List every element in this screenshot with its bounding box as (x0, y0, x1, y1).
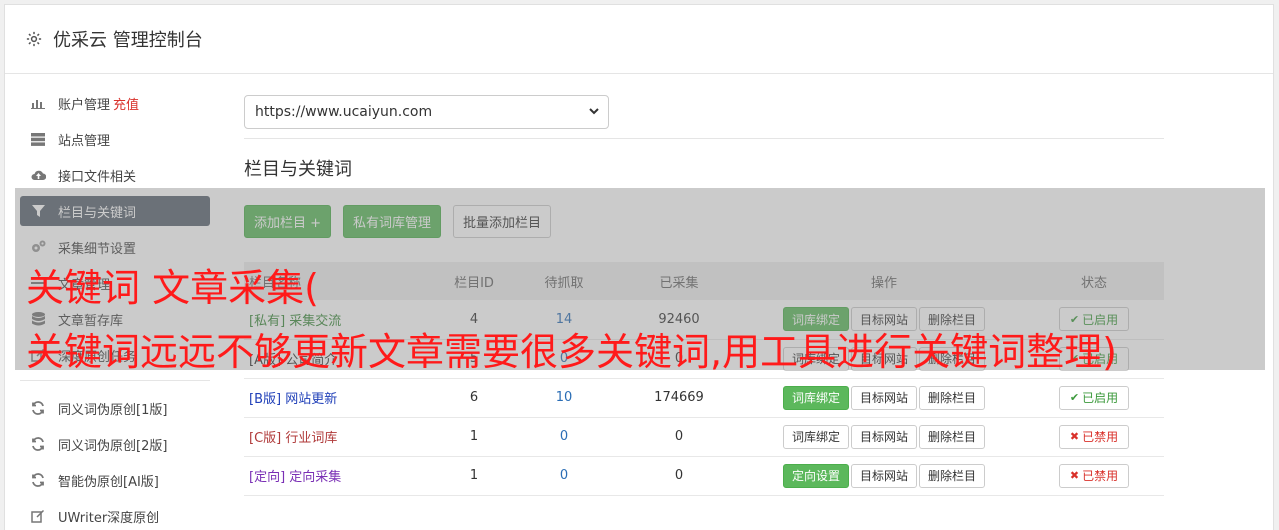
target-site-button[interactable]: 目标网站 (850, 463, 917, 488)
sidebar-divider (20, 380, 210, 381)
sidebar-item-label: 同义词伪原创[1版] (58, 402, 168, 418)
status-label: 已启用 (1082, 391, 1119, 405)
bar-chart-icon (30, 95, 46, 111)
status-toggle-button[interactable]: ✖ 已禁用 (1058, 463, 1130, 488)
divider (244, 138, 1164, 139)
column-name-link[interactable]: 定向采集 (289, 470, 341, 485)
gear-icon (26, 31, 42, 47)
target-site-button[interactable]: 目标网站 (850, 385, 917, 410)
delete-column-button[interactable]: 删除栏目 (919, 463, 986, 488)
status-label: 已禁用 (1082, 430, 1119, 444)
status-toggle-button[interactable]: ✖ 已禁用 (1058, 424, 1130, 449)
cell-operations: 词库绑定 目标网站 删除栏目 (744, 378, 1024, 418)
cell-status: ✖ 已禁用 (1024, 456, 1164, 496)
bind-dictionary-button[interactable]: 词库绑定 (782, 424, 849, 449)
overlay-caption-line2: 关键词远远不够更新文章需要很多关键词,用工具进行关键词整理) (26, 330, 1117, 374)
cell-pending[interactable]: 0 (514, 417, 614, 457)
cell-collected: 0 (614, 417, 744, 457)
edit-icon (30, 508, 46, 524)
page-title: 优采云 管理控制台 (53, 30, 203, 51)
cell-status: ✔ 已启用 (1024, 378, 1164, 418)
cell-operations: 定向设置 目标网站 删除栏目 (744, 456, 1024, 496)
sidebar-item-ai-rewrite[interactable]: 智能伪原创[AI版] (20, 465, 210, 495)
cross-icon: ✖ (1069, 430, 1080, 443)
cell-collected: 0 (614, 456, 744, 496)
sidebar-item-uwriter[interactable]: UWriter深度原创 (20, 501, 210, 530)
server-icon (30, 131, 46, 147)
sidebar-item-label: 智能伪原创[AI版] (58, 474, 159, 490)
refresh-icon (30, 436, 46, 452)
check-icon: ✔ (1069, 391, 1080, 404)
bind-dictionary-button[interactable]: 定向设置 (782, 463, 849, 488)
column-name-link[interactable]: 行业词库 (285, 431, 337, 446)
cross-icon: ✖ (1069, 469, 1080, 482)
sidebar-item-label: 站点管理 (58, 133, 111, 149)
table-row: [C版] 行业词库 1 0 0 词库绑定 目标网站 删除栏目 ✖ 已禁用 (244, 417, 1164, 457)
status-toggle-button[interactable]: ✔ 已启用 (1058, 385, 1130, 410)
sidebar-item-label: 账户管理 (58, 97, 111, 113)
cell-name: [定向] 定向采集 (244, 456, 434, 496)
sidebar-item-synonym-v2[interactable]: 同义词伪原创[2版] (20, 429, 210, 459)
cell-operations: 词库绑定 目标网站 删除栏目 (744, 417, 1024, 457)
cell-collected: 174669 (614, 378, 744, 418)
overlay-caption-line1: 关键词 文章采集( (26, 266, 319, 310)
status-label: 已禁用 (1082, 469, 1119, 483)
cell-id: 1 (434, 456, 514, 496)
column-tag: [定向] (249, 470, 286, 485)
cell-status: ✖ 已禁用 (1024, 417, 1164, 457)
cell-pending[interactable]: 0 (514, 456, 614, 496)
column-tag: [C版] (249, 431, 282, 446)
sidebar-item-label: 同义词伪原创[2版] (58, 438, 168, 454)
bind-dictionary-button[interactable]: 词库绑定 (782, 385, 849, 410)
column-name-link[interactable]: 网站更新 (285, 392, 337, 407)
target-site-button[interactable]: 目标网站 (850, 424, 917, 449)
recharge-link[interactable]: 充值 (113, 94, 139, 113)
site-select[interactable]: https://www.ucaiyun.com (244, 95, 609, 129)
chevron-down-icon (589, 108, 599, 115)
cloud-upload-icon (30, 167, 46, 183)
column-tag: [B版] (249, 392, 282, 407)
cell-pending[interactable]: 10 (514, 378, 614, 418)
refresh-icon (30, 472, 46, 488)
sidebar-item-synonym-v1[interactable]: 同义词伪原创[1版] (20, 393, 210, 423)
delete-column-button[interactable]: 删除栏目 (919, 385, 986, 410)
cell-name: [B版] 网站更新 (244, 378, 434, 418)
table-row: [B版] 网站更新 6 10 174669 词库绑定 目标网站 删除栏目 ✔ 已启用 (244, 378, 1164, 418)
sidebar-item-api-files[interactable]: 接口文件相关 (20, 160, 210, 190)
delete-column-button[interactable]: 删除栏目 (919, 424, 986, 449)
sidebar-item-sites[interactable]: 站点管理 (20, 124, 210, 154)
cell-id: 1 (434, 417, 514, 457)
section-title: 栏目与关键词 (244, 159, 352, 180)
refresh-icon (30, 400, 46, 416)
table-row: [定向] 定向采集 1 0 0 定向设置 目标网站 删除栏目 ✖ 已禁用 (244, 456, 1164, 496)
header: 优采云 管理控制台 (5, 5, 1273, 74)
cell-id: 6 (434, 378, 514, 418)
sidebar-item-account[interactable]: 账户管理 充值 (20, 88, 210, 118)
cell-name: [C版] 行业词库 (244, 417, 434, 457)
sidebar-item-label: 接口文件相关 (58, 169, 137, 185)
site-select-value: https://www.ucaiyun.com (255, 104, 433, 120)
sidebar-item-label: UWriter深度原创 (58, 510, 160, 526)
